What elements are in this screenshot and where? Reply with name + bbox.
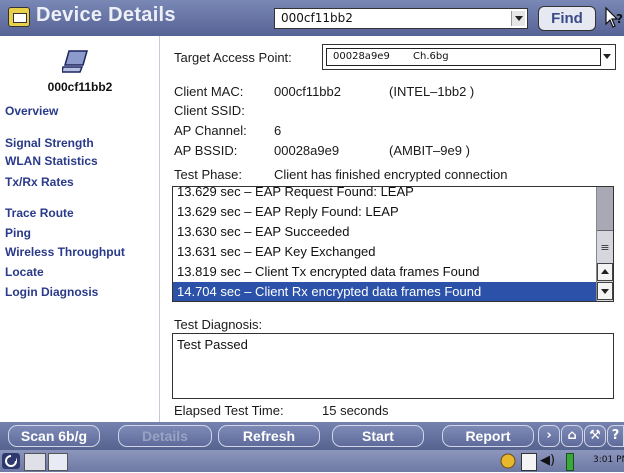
sidebar: 000cf11bb2 Overview Signal Strength WLAN… <box>0 36 160 422</box>
client-mac-vendor: (INTEL–1bb2 ) <box>389 84 475 99</box>
help-cursor-icon[interactable]: ? <box>604 6 624 30</box>
details-button[interactable]: Details <box>118 425 212 447</box>
test-diagnosis-box: Test Passed <box>172 333 614 399</box>
log-row[interactable]: 13.629 sec – EAP Reply Found: LEAP <box>173 202 597 222</box>
test-diagnosis-label: Test Diagnosis: <box>174 317 263 332</box>
log-scrollbar[interactable]: ≡ <box>596 187 613 301</box>
device-select[interactable]: 000cf11bb2 <box>274 8 528 29</box>
device-select-value: 000cf11bb2 <box>281 11 353 25</box>
client-mac-label: Client MAC: <box>174 84 244 99</box>
target-ap-channel: Ch.6bg <box>413 51 449 62</box>
volume-icon[interactable]: ◀) <box>540 453 560 469</box>
report-button[interactable]: Report <box>442 425 534 447</box>
sidebar-item-signal-strength[interactable]: Signal Strength <box>5 136 94 150</box>
refresh-button[interactable]: Refresh <box>218 425 320 447</box>
ap-bssid-label: AP BSSID: <box>174 143 238 158</box>
scan-button[interactable]: Scan 6b/g <box>8 425 100 447</box>
target-ap-value: 00028a9e9 Ch.6bg <box>326 48 601 66</box>
sidebar-item-wireless-throughput[interactable]: Wireless Throughput <box>5 245 125 259</box>
svg-text:?: ? <box>616 12 623 26</box>
sidebar-item-login-diagnosis[interactable]: Login Diagnosis <box>5 285 98 299</box>
start-menu-icon[interactable] <box>2 453 20 469</box>
bottom-toolbar: Scan 6b/g Details Refresh Start Report ›… <box>0 422 624 450</box>
app-window-icon <box>8 7 30 27</box>
target-ap-bssid: 00028a9e9 <box>333 51 390 62</box>
log-row[interactable]: 13.631 sec – EAP Key Exchanged <box>173 242 597 262</box>
taskbar: ◀) 3:01 PM <box>0 450 624 472</box>
find-button[interactable]: Find <box>538 6 596 31</box>
event-log-list[interactable]: 13.629 sec – EAP Request Found: LEAP 13.… <box>172 186 614 302</box>
laptop-icon <box>61 48 90 76</box>
test-phase-label: Test Phase: <box>174 167 242 182</box>
keyboard-icon[interactable] <box>24 453 46 471</box>
sidebar-item-ping[interactable]: Ping <box>5 226 31 240</box>
target-ap-label: Target Access Point: <box>174 50 292 65</box>
test-diagnosis-text: Test Passed <box>177 337 248 352</box>
ap-bssid-value: 00028a9e9 <box>274 143 340 158</box>
elapsed-time-label: Elapsed Test Time: <box>174 403 284 418</box>
elapsed-time-value: 15 seconds <box>322 403 389 418</box>
scroll-down-button[interactable] <box>597 282 613 300</box>
sidebar-item-trace-route[interactable]: Trace Route <box>5 206 74 220</box>
scroll-up-button[interactable] <box>597 263 613 281</box>
title-bar: Device Details 000cf11bb2 Find ? <box>0 0 624 36</box>
dropdown-arrow-icon[interactable] <box>603 54 611 59</box>
target-ap-select[interactable]: 00028a9e9 Ch.6bg <box>322 44 616 70</box>
log-row[interactable]: 13.629 sec – EAP Request Found: LEAP <box>173 187 597 202</box>
scroll-grip-icon: ≡ <box>600 241 610 254</box>
sidebar-item-wlan-statistics[interactable]: WLAN Statistics <box>5 154 98 168</box>
ap-channel-value: 6 <box>274 123 282 138</box>
app-title: Device Details <box>36 4 176 26</box>
start-button[interactable]: Start <box>332 425 424 447</box>
sidebar-item-tx-rx-rates[interactable]: Tx/Rx Rates <box>5 175 74 189</box>
wrench-icon[interactable]: ⚒ <box>584 425 606 447</box>
help-icon[interactable]: ? <box>607 425 624 447</box>
ap-bssid-vendor: (AMBIT–9e9 ) <box>389 143 470 158</box>
scroll-thumb[interactable] <box>597 187 613 231</box>
log-row-selected[interactable]: 14.704 sec – Client Rx encrypted data fr… <box>173 282 597 301</box>
dropdown-arrow-icon[interactable] <box>511 11 525 26</box>
sidebar-item-overview[interactable]: Overview <box>5 104 58 118</box>
battery-icon[interactable] <box>566 453 574 471</box>
log-row[interactable]: 13.819 sec – Client Tx encrypted data fr… <box>173 262 597 282</box>
ap-channel-label: AP Channel: <box>174 123 247 138</box>
window-icon[interactable] <box>48 453 68 471</box>
device-name: 000cf11bb2 <box>47 80 113 94</box>
log-row[interactable]: 13.630 sec – EAP Succeeded <box>173 222 597 242</box>
clock: 3:01 PM <box>593 455 624 465</box>
network-status-icon[interactable] <box>500 453 516 469</box>
test-phase-value: Client has finished encrypted connection <box>274 167 508 182</box>
forward-icon[interactable]: › <box>538 425 560 447</box>
client-ssid-label: Client SSID: <box>174 103 245 118</box>
home-icon[interactable]: ⌂ <box>561 425 583 447</box>
sidebar-item-locate[interactable]: Locate <box>5 265 44 279</box>
clipboard-icon[interactable] <box>521 453 537 471</box>
client-mac-value: 000cf11bb2 <box>274 84 341 99</box>
